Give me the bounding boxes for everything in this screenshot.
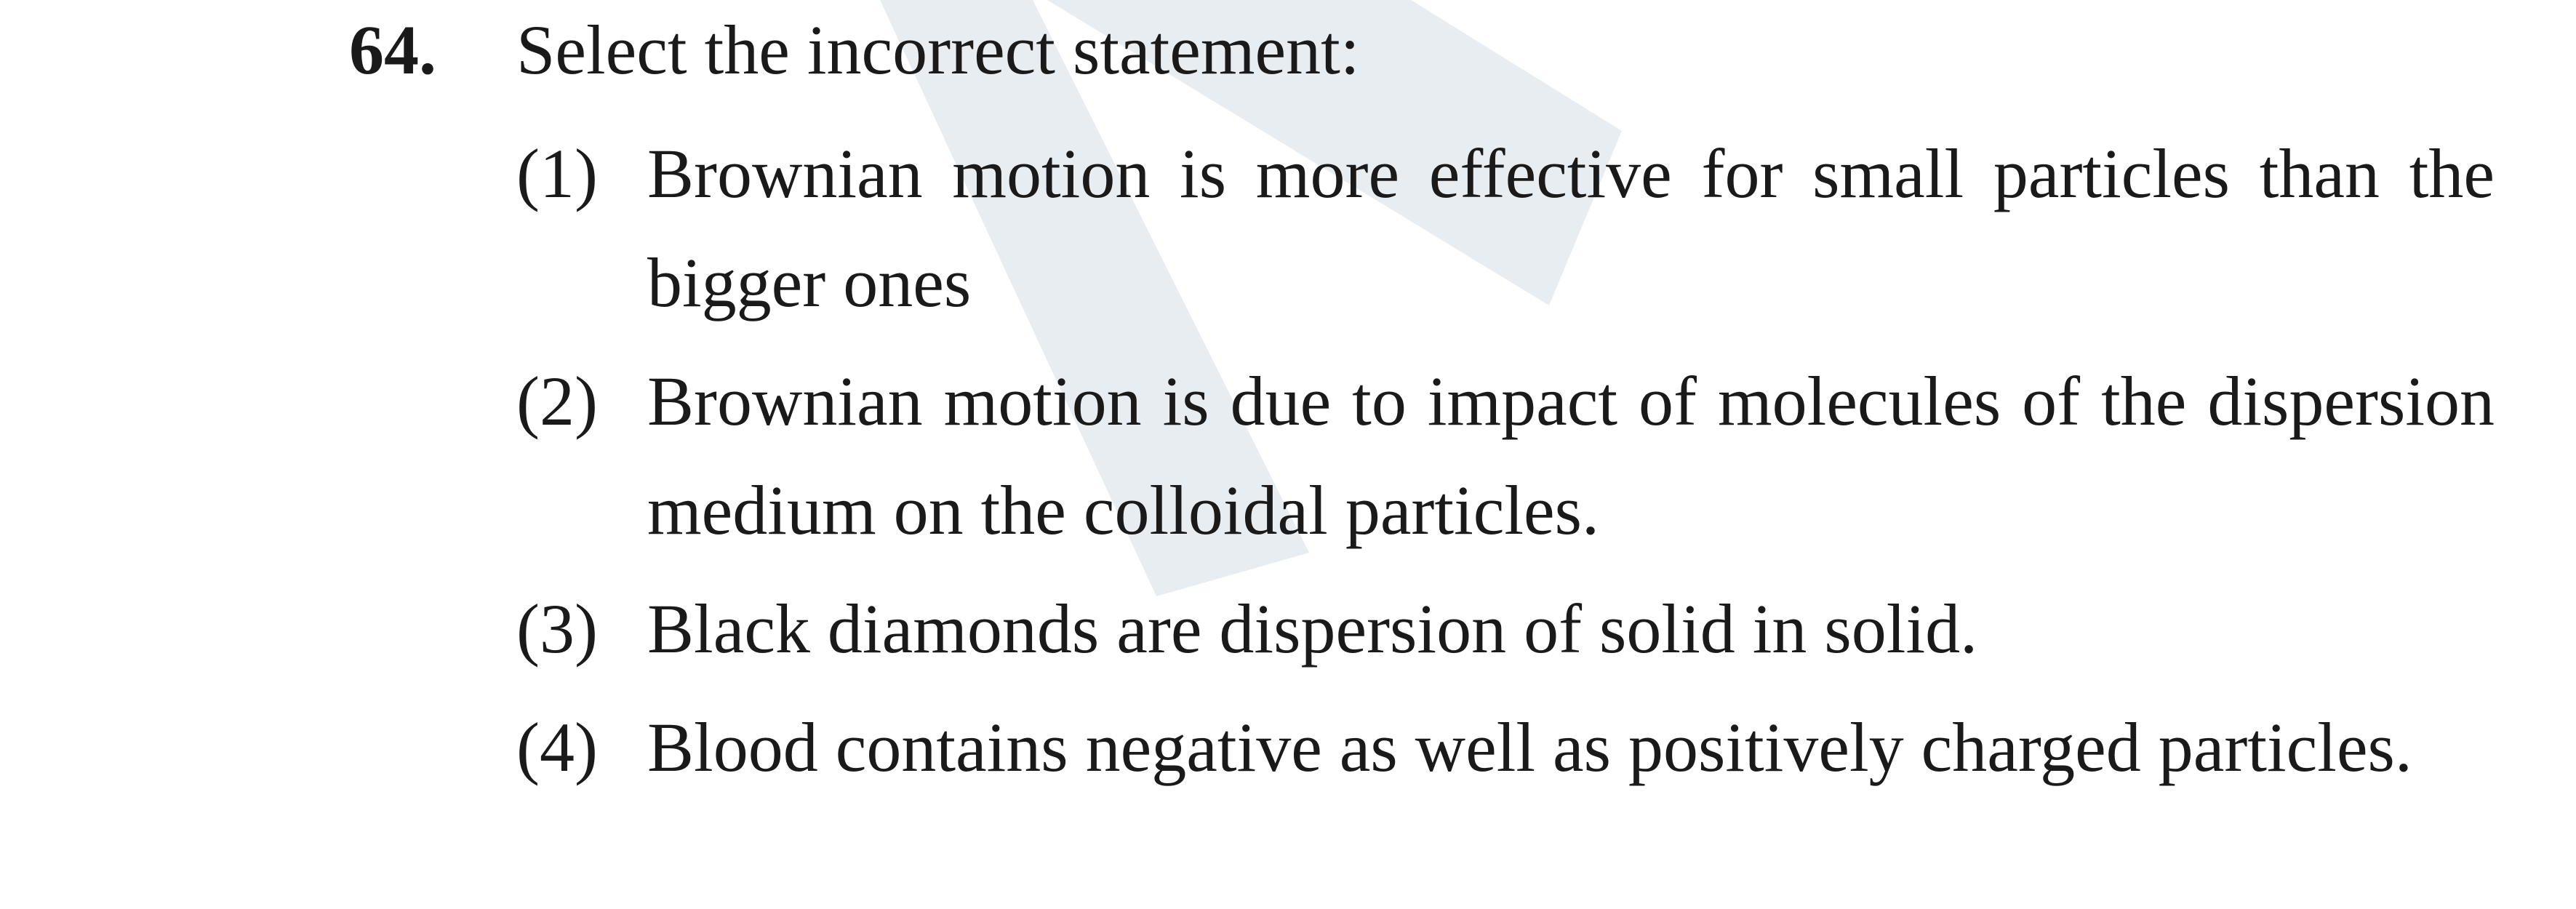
option-3-number: (3) <box>516 590 598 668</box>
option-3-text: Black diamonds are dispersion of solid i… <box>647 590 1978 668</box>
option-1-number: (1) <box>516 135 598 212</box>
question-block: 64. Select the incorrect statement: (1) … <box>349 0 2502 786</box>
question-header: 64. Select the incorrect statement: <box>349 0 2502 105</box>
option-2[interactable]: (2) Brownian motion is due to impact of … <box>516 347 2502 565</box>
option-1[interactable]: (1) Brownian motion is more effective fo… <box>516 119 2502 337</box>
option-3[interactable]: (3) Black diamonds are dispersion of sol… <box>516 574 2502 684</box>
option-4[interactable]: (4) Blood contains negative as well as p… <box>516 693 2502 802</box>
option-4-text: Blood contains negative as well as posit… <box>647 708 2412 786</box>
option-1-text: Brownian motion is more effective for sm… <box>647 135 2495 321</box>
option-2-number: (2) <box>516 362 598 440</box>
options-list: (1) Brownian motion is more effective fo… <box>516 119 2502 812</box>
option-4-number: (4) <box>516 708 598 786</box>
question-number: 64. <box>349 11 436 89</box>
option-2-text: Brownian motion is due to impact of mole… <box>647 362 2495 549</box>
question-prompt: Select the incorrect statement: <box>516 11 1360 89</box>
